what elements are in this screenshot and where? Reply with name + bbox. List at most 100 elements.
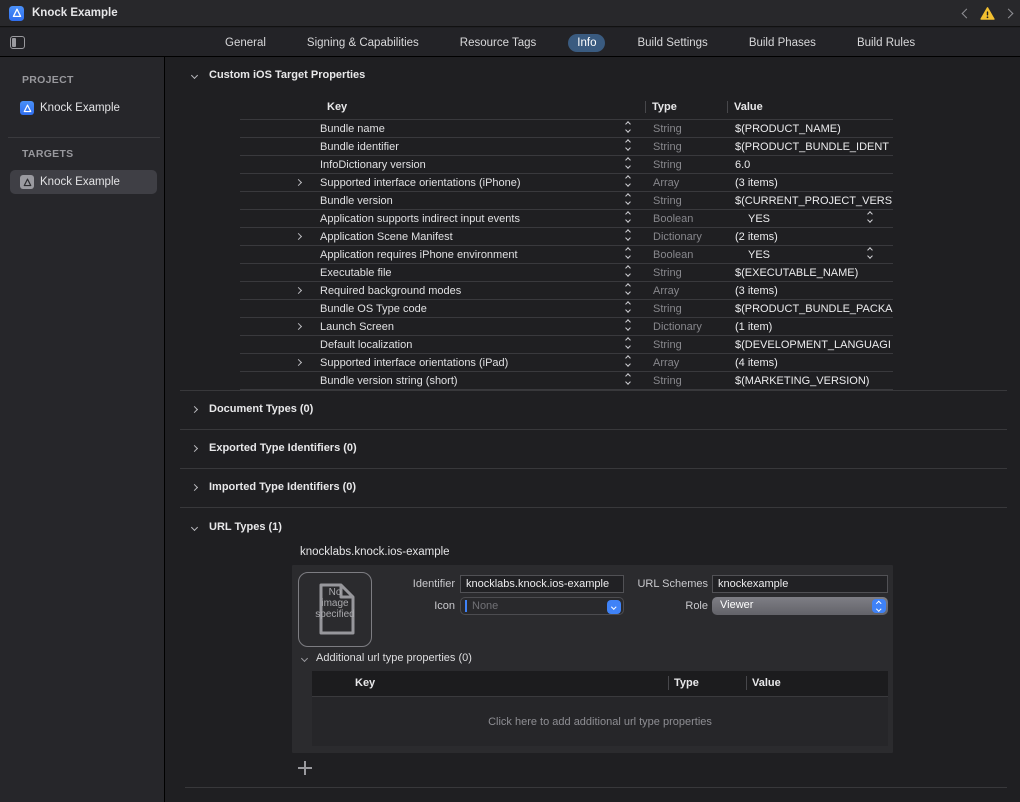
property-row[interactable]: Bundle OS Type codeString$(PRODUCT_BUNDL…	[240, 300, 893, 318]
property-row[interactable]: Bundle identifierString$(PRODUCT_BUNDLE_…	[240, 138, 893, 156]
property-row[interactable]: Bundle nameString$(PRODUCT_NAME)	[240, 120, 893, 138]
role-popup[interactable]: Viewer	[712, 597, 888, 615]
target-icon	[20, 101, 34, 115]
sidebar-project-header: PROJECT	[22, 74, 74, 86]
property-row[interactable]: Application supports indirect input even…	[240, 210, 893, 228]
chevron-down-icon	[625, 343, 631, 349]
stepper-icon[interactable]	[626, 338, 630, 348]
chevron-up-icon	[625, 355, 631, 361]
stepper-icon[interactable]	[626, 356, 630, 366]
stepper-icon[interactable]	[626, 212, 630, 222]
add-url-type-button[interactable]	[298, 761, 312, 775]
property-key: Bundle OS Type code	[320, 303, 427, 315]
property-key: Launch Screen	[320, 321, 394, 333]
chevron-up-icon	[625, 301, 631, 307]
role-popup-value: Viewer	[720, 599, 753, 611]
section-divider	[180, 507, 1007, 508]
sidebar-item-label: Knock Example	[40, 176, 120, 188]
property-row[interactable]: Executable fileString$(EXECUTABLE_NAME)	[240, 264, 893, 282]
tab-info[interactable]: Info	[568, 34, 605, 52]
column-type: Type	[674, 677, 699, 689]
stepper-icon[interactable]	[626, 122, 630, 132]
stepper-icon[interactable]	[626, 176, 630, 186]
sidebar-item-knock-example[interactable]: Knock Example	[10, 170, 157, 194]
chevron-down-icon	[301, 654, 308, 661]
property-row[interactable]: Launch ScreenDictionary(1 item)	[240, 318, 893, 336]
section-exported-type-identifiers-0-[interactable]: Exported Type Identifiers (0)	[192, 440, 357, 456]
sidebar-divider	[8, 137, 160, 138]
text-cursor	[465, 600, 467, 612]
forward-chevron-icon[interactable]	[1004, 9, 1014, 19]
property-type: Boolean	[653, 213, 693, 225]
additional-properties-header[interactable]: Additional url type properties (0)	[302, 652, 472, 664]
disclosure-icon[interactable]	[295, 359, 302, 366]
property-row[interactable]: Default localizationString$(DEVELOPMENT_…	[240, 336, 893, 354]
stepper-icon[interactable]	[626, 158, 630, 168]
stepper-icon[interactable]	[626, 248, 630, 258]
tab-build-phases[interactable]: Build Phases	[740, 34, 825, 52]
stepper-icon[interactable]	[626, 140, 630, 150]
url-schemes-field[interactable]: knockexample	[712, 575, 888, 593]
stepper-icon[interactable]	[868, 248, 872, 258]
identifier-field[interactable]: knocklabs.knock.ios-example	[460, 575, 624, 593]
section-custom-ios-target-properties[interactable]: Custom iOS Target Properties	[192, 67, 365, 83]
property-key: Required background modes	[320, 285, 461, 297]
nav-controls	[963, 0, 1012, 27]
property-row[interactable]: Bundle versionString$(CURRENT_PROJECT_VE…	[240, 192, 893, 210]
icon-label: Icon	[355, 600, 455, 612]
sidebar-toggle-icon[interactable]	[10, 36, 25, 49]
property-value: $(EXECUTABLE_NAME)	[735, 267, 893, 279]
property-row[interactable]: Supported interface orientations (iPhone…	[240, 174, 893, 192]
column-separator	[746, 676, 747, 690]
disclosure-icon[interactable]	[295, 179, 302, 186]
property-value: (4 items)	[735, 357, 893, 369]
tab-resource-tags[interactable]: Resource Tags	[451, 34, 546, 52]
sidebar: PROJECT Knock Example TARGETS Knock Exam…	[0, 57, 165, 802]
property-key: Supported interface orientations (iPad)	[320, 357, 508, 369]
property-row[interactable]: Bundle version string (short)String$(MAR…	[240, 372, 893, 390]
stepper-icon[interactable]	[626, 230, 630, 240]
disclosure-icon[interactable]	[295, 323, 302, 330]
chevron-up-icon	[625, 319, 631, 325]
property-value: YES	[748, 249, 906, 261]
warning-badge-icon[interactable]	[980, 7, 995, 20]
sidebar-item-knock-example[interactable]: Knock Example	[10, 96, 157, 120]
icon-popup[interactable]: None	[460, 597, 624, 615]
stepper-icon[interactable]	[626, 320, 630, 330]
chevron-down-icon	[625, 145, 631, 151]
disclosure-icon[interactable]	[295, 287, 302, 294]
stepper-icon[interactable]	[626, 374, 630, 384]
property-type: String	[653, 303, 682, 315]
property-row[interactable]: InfoDictionary versionString6.0	[240, 156, 893, 174]
stepper-icon[interactable]	[626, 284, 630, 294]
property-row[interactable]: Supported interface orientations (iPad)A…	[240, 354, 893, 372]
tab-general[interactable]: General	[216, 34, 275, 52]
tab-signing-capabilities[interactable]: Signing & Capabilities	[298, 34, 428, 52]
section-imported-type-identifiers-0-[interactable]: Imported Type Identifiers (0)	[192, 479, 356, 495]
popup-stepper-icon[interactable]	[872, 599, 886, 613]
chevron-down-icon	[625, 271, 631, 277]
property-row[interactable]: Application requires iPhone environmentB…	[240, 246, 893, 264]
property-type: String	[653, 267, 682, 279]
chevron-down-icon	[867, 253, 873, 259]
disclosure-icon[interactable]	[295, 233, 302, 240]
project-icon	[9, 6, 24, 21]
property-row[interactable]: Application Scene ManifestDictionary(2 i…	[240, 228, 893, 246]
stepper-icon[interactable]	[626, 266, 630, 276]
stepper-icon[interactable]	[868, 212, 872, 222]
stepper-icon[interactable]	[626, 194, 630, 204]
additional-table-header: Key Type Value	[312, 671, 888, 696]
tab-build-settings[interactable]: Build Settings	[628, 34, 716, 52]
chevron-down-icon	[867, 217, 873, 223]
section-url-types[interactable]: URL Types (1)	[192, 519, 282, 535]
url-schemes-label: URL Schemes	[608, 578, 708, 590]
property-row[interactable]: Required background modesArray(3 items)	[240, 282, 893, 300]
additional-table-empty-row[interactable]: Click here to add additional url type pr…	[312, 696, 888, 746]
tab-build-rules[interactable]: Build Rules	[848, 34, 924, 52]
back-chevron-icon[interactable]	[962, 9, 972, 19]
property-value: YES	[748, 213, 906, 225]
property-value: (1 item)	[735, 321, 893, 333]
section-document-types-0-[interactable]: Document Types (0)	[192, 401, 313, 417]
stepper-icon[interactable]	[626, 302, 630, 312]
property-type: Dictionary	[653, 231, 702, 243]
